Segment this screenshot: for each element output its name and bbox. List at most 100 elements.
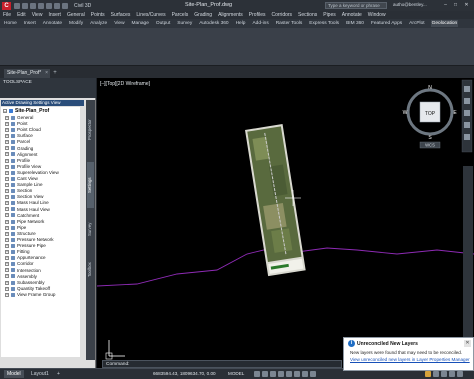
- expand-icon[interactable]: +: [5, 152, 9, 157]
- menu-item-alignments[interactable]: Alignments: [218, 12, 243, 18]
- hardware-acceleration-icon[interactable]: [441, 371, 447, 377]
- tree-item-view-frame-group[interactable]: + View Frame Group: [5, 292, 55, 298]
- tree-item-quantity-takeoff[interactable]: + Quantity Takeoff: [5, 286, 50, 292]
- ribbon-tab-view[interactable]: View: [113, 20, 125, 27]
- expand-icon[interactable]: +: [5, 280, 9, 285]
- toolspace-view-selector[interactable]: Active Drawing Settings View: [1, 100, 84, 106]
- expand-icon[interactable]: +: [5, 237, 9, 242]
- ribbon-tab-help[interactable]: Help: [235, 20, 247, 27]
- menu-item-sections[interactable]: Sections: [298, 12, 317, 18]
- new-file-icon[interactable]: [14, 2, 20, 9]
- tree-item-catchment[interactable]: + Catchment: [5, 213, 39, 219]
- command-input[interactable]: Command:: [102, 360, 342, 368]
- tree-item-surface[interactable]: + Surface: [5, 133, 33, 139]
- menu-item-corridors[interactable]: Corridors: [271, 12, 292, 18]
- ribbon-tab-home[interactable]: Home: [3, 20, 18, 27]
- save-as-icon[interactable]: [38, 2, 44, 9]
- ribbon-tab-survey[interactable]: Survey: [176, 20, 193, 27]
- menu-item-annotate[interactable]: Annotate: [342, 12, 362, 18]
- grid-icon[interactable]: [254, 371, 260, 377]
- tree-item-pipe-network[interactable]: + Pipe Network: [5, 219, 44, 225]
- steering-wheel-icon[interactable]: [464, 86, 470, 92]
- expand-icon[interactable]: +: [5, 158, 9, 163]
- menu-item-grading[interactable]: Grading: [194, 12, 212, 18]
- new-tab-button[interactable]: +: [52, 69, 58, 78]
- tree-item-grading[interactable]: + Grading: [5, 146, 33, 152]
- layer-notification-icon[interactable]: [425, 371, 431, 377]
- toolspace-tab-prospector[interactable]: Prospector: [87, 102, 94, 158]
- ribbon-tab-featured-apps[interactable]: Featured Apps: [370, 20, 403, 27]
- snap-icon[interactable]: [262, 371, 268, 377]
- tree-item-section[interactable]: + Section: [5, 188, 32, 194]
- menu-item-general[interactable]: General: [67, 12, 85, 18]
- open-file-icon[interactable]: [22, 2, 28, 9]
- menu-item-view[interactable]: View: [32, 12, 43, 18]
- app-logo[interactable]: C: [2, 1, 11, 10]
- tree-item-parcel[interactable]: + Parcel: [5, 139, 30, 145]
- tree-item-intersection[interactable]: + Intersection: [5, 268, 41, 274]
- showmotion-icon[interactable]: [464, 134, 470, 140]
- tab-layout1[interactable]: Layout1: [28, 370, 52, 378]
- expand-icon[interactable]: +: [5, 262, 9, 267]
- ribbon-tab-bim-360[interactable]: BIM 360: [345, 20, 365, 27]
- toolspace-tab-toolbox[interactable]: Toolbox: [87, 250, 94, 290]
- menu-item-pipes[interactable]: Pipes: [323, 12, 336, 18]
- tree-item-alignment[interactable]: + Alignment: [5, 152, 37, 158]
- tree-item-mass-haul-view[interactable]: + Mass Haul View: [5, 207, 50, 213]
- minimize-button[interactable]: –: [442, 2, 449, 8]
- ribbon-tab-modify[interactable]: Modify: [68, 20, 84, 27]
- tree-item-pressure-network[interactable]: + Pressure Network: [5, 237, 54, 243]
- expand-icon[interactable]: +: [5, 243, 9, 248]
- notification-close-button[interactable]: ✕: [464, 340, 471, 347]
- ribbon-tab-arcplot[interactable]: ArcPlot: [408, 20, 425, 27]
- ribbon-tab-manage[interactable]: Manage: [131, 20, 150, 27]
- workspace-selector[interactable]: Civil 3D: [74, 3, 91, 9]
- expand-icon[interactable]: +: [5, 274, 9, 279]
- user-account[interactable]: autho@bentley...: [393, 2, 427, 7]
- tree-item-profile[interactable]: + Profile: [5, 158, 30, 164]
- osnap-icon[interactable]: [286, 371, 292, 377]
- tree-item-general[interactable]: + General: [5, 115, 33, 121]
- maximize-button[interactable]: □: [452, 2, 459, 8]
- clean-screen-icon[interactable]: [449, 371, 455, 377]
- menu-item-surfaces[interactable]: Surfaces: [111, 12, 131, 18]
- ribbon-tab-geolocation[interactable]: Geolocation: [430, 20, 459, 27]
- tree-item-fitting[interactable]: + Fitting: [5, 249, 30, 255]
- menu-item-parcels[interactable]: Parcels: [172, 12, 189, 18]
- expand-icon[interactable]: +: [5, 201, 9, 206]
- annotation-scale-icon[interactable]: [302, 371, 308, 377]
- tree-item-cant-view[interactable]: + Cant View: [5, 176, 38, 182]
- ribbon-tab-autodesk-360[interactable]: Autodesk 360: [198, 20, 229, 27]
- zoom-icon[interactable]: [464, 110, 470, 116]
- expand-icon[interactable]: +: [5, 256, 9, 261]
- model-space-toggle[interactable]: MODEL: [228, 370, 244, 378]
- expand-icon[interactable]: +: [5, 164, 9, 169]
- tree-item-appurtenance[interactable]: + Appurtenance: [5, 255, 46, 261]
- expand-icon[interactable]: +: [5, 225, 9, 230]
- expand-icon[interactable]: +: [5, 268, 9, 273]
- collapse-icon[interactable]: –: [3, 109, 7, 113]
- tree-item-sample-line[interactable]: + Sample Line: [5, 182, 43, 188]
- tree-item-point-cloud[interactable]: + Point Cloud: [5, 127, 41, 133]
- expand-icon[interactable]: +: [5, 128, 9, 133]
- expand-icon[interactable]: +: [5, 189, 9, 194]
- menu-item-file[interactable]: File: [3, 12, 11, 18]
- tab-model[interactable]: Model: [4, 370, 24, 378]
- tree-item-corridor[interactable]: + Corridor: [5, 261, 34, 267]
- menu-item-profiles[interactable]: Profiles: [249, 12, 266, 18]
- search-input[interactable]: Type a keyword or phrase: [325, 2, 387, 9]
- tree-item-structure[interactable]: + Structure: [5, 231, 36, 237]
- tree-item-pipe[interactable]: + Pipe: [5, 225, 26, 231]
- menu-item-insert[interactable]: Insert: [48, 12, 61, 18]
- expand-icon[interactable]: +: [5, 182, 9, 187]
- add-layout-button[interactable]: +: [54, 370, 63, 378]
- save-icon[interactable]: [30, 2, 36, 9]
- expand-icon[interactable]: +: [5, 134, 9, 139]
- polar-icon[interactable]: [278, 371, 284, 377]
- tree-item-point[interactable]: + Point: [5, 121, 27, 127]
- print-icon[interactable]: [46, 2, 52, 9]
- customization-icon[interactable]: [457, 371, 463, 377]
- tree-item-assembly[interactable]: + Assembly: [5, 274, 37, 280]
- menu-item-points[interactable]: Points: [91, 12, 105, 18]
- menu-item-window[interactable]: Window: [368, 12, 386, 18]
